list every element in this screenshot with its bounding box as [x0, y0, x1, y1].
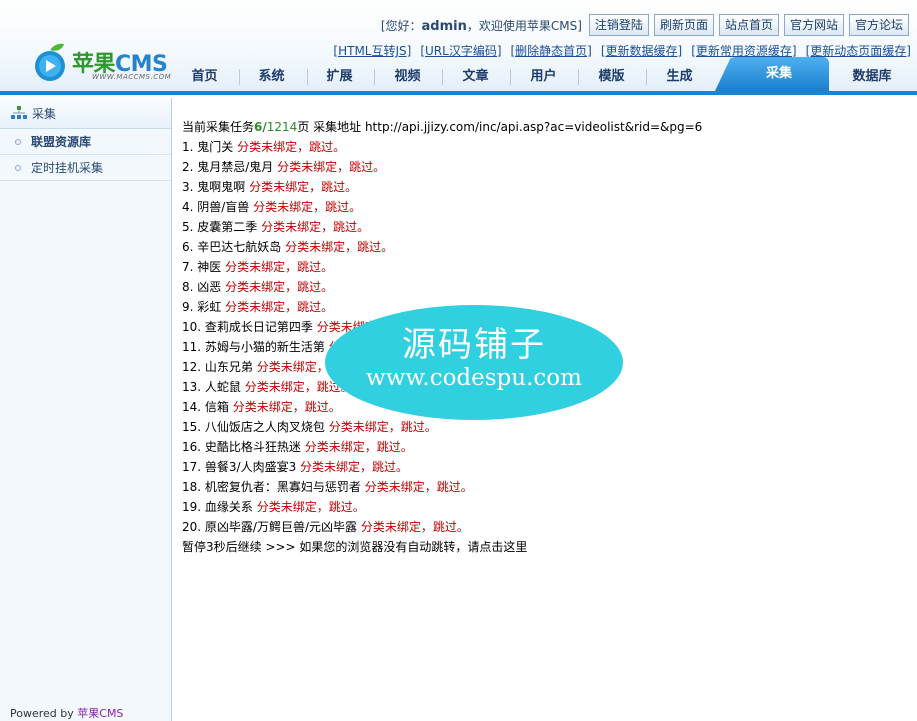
bullet-icon — [15, 138, 21, 145]
collect-item: 17. 兽餐3/人肉盛宴3 分类未绑定，跳过。 — [182, 457, 907, 477]
sidebar-item-label: 联盟资源库 — [31, 135, 92, 149]
nav-system[interactable]: 系统 — [244, 62, 299, 91]
site-home-button[interactable]: 站点首页 — [718, 14, 779, 36]
collect-item: 4. 阴兽/盲兽 分类未绑定，跳过。 — [182, 197, 907, 217]
apple-logo-icon — [35, 43, 65, 81]
collect-item-status: 分类未绑定，跳过。 — [328, 420, 437, 434]
collect-item-status: 分类未绑定，跳过。 — [232, 400, 341, 414]
nav-article[interactable]: 文章 — [448, 62, 503, 91]
collect-item-status: 分类未绑定，跳过。 — [253, 200, 362, 214]
collect-item: 20. 原凶毕露/万鳄巨兽/元凶毕露 分类未绑定，跳过。 — [182, 517, 907, 537]
sidebar-header: 采集 — [0, 98, 171, 129]
collect-item: 3. 鬼啊鬼啊 分类未绑定，跳过。 — [182, 177, 907, 197]
collect-item: 8. 凶恶 分类未绑定，跳过。 — [182, 277, 907, 297]
collect-item-title: 10. 查莉成长日记第四季 — [182, 320, 313, 334]
collect-item: 16. 史酷比格斗狂热迷 分类未绑定，跳过。 — [182, 437, 907, 457]
powered-by: Powered by 苹果CMS — [10, 707, 124, 720]
collect-item-title: 13. 人蛇鼠 — [182, 380, 241, 394]
sidebar-item-scheduled-collect[interactable]: 定时挂机采集 — [0, 155, 171, 181]
collect-item: 7. 神医 分类未绑定，跳过。 — [182, 257, 907, 277]
collect-item: 15. 八仙饭店之人肉叉烧包 分类未绑定，跳过。 — [182, 417, 907, 437]
collect-item-title: 1. 鬼门关 — [182, 140, 234, 154]
collect-item-title: 12. 山东兄弟 — [182, 360, 253, 374]
tree-icon — [11, 106, 27, 119]
collect-item-status: 分类未绑定，跳过。 — [225, 300, 334, 314]
sidebar-item-label: 定时挂机采集 — [31, 161, 104, 175]
collect-item-status: 分类未绑定，跳过。 — [249, 180, 358, 194]
collect-item: 6. 辛巴达七航妖岛 分类未绑定，跳过。 — [182, 237, 907, 257]
watermark-title: 源码铺子 — [402, 325, 546, 365]
collect-item-title: 3. 鬼啊鬼啊 — [182, 180, 246, 194]
collect-item-title: 15. 八仙饭店之人肉叉烧包 — [182, 420, 325, 434]
collect-item-title: 11. 苏姆与小猫的新生活第 — [182, 340, 325, 354]
nav-video[interactable]: 视频 — [380, 62, 435, 91]
nav-generate[interactable]: 生成 — [652, 62, 707, 91]
nav-extend[interactable]: 扩展 — [312, 62, 367, 91]
collect-item-status: 分类未绑定，跳过。 — [225, 260, 334, 274]
collect-item-status: 分类未绑定，跳过。 — [225, 280, 334, 294]
nav-template[interactable]: 模版 — [584, 62, 639, 91]
powered-brand-link[interactable]: 苹果CMS — [77, 707, 123, 720]
collect-item-title: 18. 机密复仇者：黑寡妇与惩罚者 — [182, 480, 361, 494]
url-encode-link[interactable]: [URL汉字编码] — [420, 42, 501, 60]
collect-item-title: 17. 兽餐3/人肉盛宴3 — [182, 460, 297, 474]
nav-home[interactable]: 首页 — [177, 62, 232, 91]
collect-item-title: 8. 凶恶 — [182, 280, 222, 294]
collect-item-status: 分类未绑定，跳过。 — [360, 520, 469, 534]
collect-summary: 当前采集任务6/1214页 采集地址 http://api.jjizy.com/… — [182, 120, 703, 134]
nav-user[interactable]: 用户 — [516, 62, 571, 91]
header-divider — [0, 91, 917, 95]
html-js-link[interactable]: [HTML互转JS] — [333, 42, 411, 60]
nav-database[interactable]: 数据库 — [842, 62, 902, 91]
sidebar-item-union-resources[interactable]: 联盟资源库 — [0, 129, 171, 155]
collect-item: 19. 血缘关系 分类未绑定，跳过。 — [182, 497, 907, 517]
watermark-url: www.codespu.com — [366, 365, 582, 391]
collect-item-title: 9. 彩虹 — [182, 300, 222, 314]
header: 苹果CMS WWW.MACCMS.COM [您好：admin，欢迎使用苹果CMS… — [0, 0, 917, 95]
username: admin — [421, 18, 467, 34]
delete-static-home-link[interactable]: [删除静态首页] — [511, 42, 592, 60]
logout-button[interactable]: 注销登陆 — [588, 14, 649, 36]
sidebar: 采集 联盟资源库 定时挂机采集 Powered by 苹果CMS — [0, 98, 172, 721]
collect-item-status: 分类未绑定，跳过。 — [304, 440, 413, 454]
collect-item-status: 分类未绑定，跳过。 — [285, 240, 394, 254]
collect-item-title: 2. 鬼月禁忌/鬼月 — [182, 160, 274, 174]
logo-url: WWW.MACCMS.COM — [92, 73, 172, 81]
collect-item-title: 16. 史酷比格斗狂热迷 — [182, 440, 301, 454]
watermark: 源码铺子 www.codespu.com — [325, 305, 623, 420]
collect-item: 1. 鬼门关 分类未绑定，跳过。 — [182, 137, 907, 157]
update-data-cache-link[interactable]: [更新数据缓存] — [601, 42, 682, 60]
collect-item-title: 19. 血缘关系 — [182, 500, 253, 514]
greeting: [您好：admin，欢迎使用苹果CMS] — [380, 18, 582, 34]
top-bar: [您好：admin，欢迎使用苹果CMS] 注销登陆 刷新页面 站点首页 官方网站… — [381, 14, 909, 36]
refresh-button[interactable]: 刷新页面 — [653, 14, 714, 36]
collect-item-status: 分类未绑定，跳过。 — [277, 160, 386, 174]
total-pages: 1214 — [266, 120, 298, 134]
bullet-icon — [15, 164, 21, 171]
collect-item: 5. 皮囊第二季 分类未绑定，跳过。 — [182, 217, 907, 237]
official-forum-button[interactable]: 官方论坛 — [848, 14, 909, 36]
main-nav: 首页 系统 扩展 视频 文章 用户 模版 生成 采集 数据库 — [177, 57, 917, 91]
official-site-button[interactable]: 官方网站 — [783, 14, 844, 36]
collect-item-title: 7. 神医 — [182, 260, 222, 274]
collect-item-title: 6. 辛巴达七航妖岛 — [182, 240, 282, 254]
collect-item-status: 分类未绑定，跳过。 — [364, 480, 473, 494]
collect-item-title: 14. 信箱 — [182, 400, 229, 414]
collect-item-title: 4. 阴兽/盲兽 — [182, 200, 250, 214]
collect-item: 18. 机密复仇者：黑寡妇与惩罚者 分类未绑定，跳过。 — [182, 477, 907, 497]
sidebar-title: 采集 — [32, 106, 57, 121]
redirect-notice[interactable]: 暂停3秒后继续 >>> 如果您的浏览器没有自动跳转，请点击这里 — [182, 537, 907, 557]
collect-item-status: 分类未绑定，跳过。 — [237, 140, 346, 154]
collect-item-status: 分类未绑定，跳过。 — [300, 460, 409, 474]
collect-item-status: 分类未绑定，跳过。 — [261, 220, 370, 234]
collect-item: 2. 鬼月禁忌/鬼月 分类未绑定，跳过。 — [182, 157, 907, 177]
collect-item-title: 20. 原凶毕露/万鳄巨兽/元凶毕露 — [182, 520, 357, 534]
logo[interactable]: 苹果CMS WWW.MACCMS.COM — [30, 40, 175, 90]
nav-collect[interactable]: 采集 — [729, 57, 829, 91]
collect-item-title: 5. 皮囊第二季 — [182, 220, 258, 234]
collect-item-status: 分类未绑定，跳过。 — [256, 500, 365, 514]
